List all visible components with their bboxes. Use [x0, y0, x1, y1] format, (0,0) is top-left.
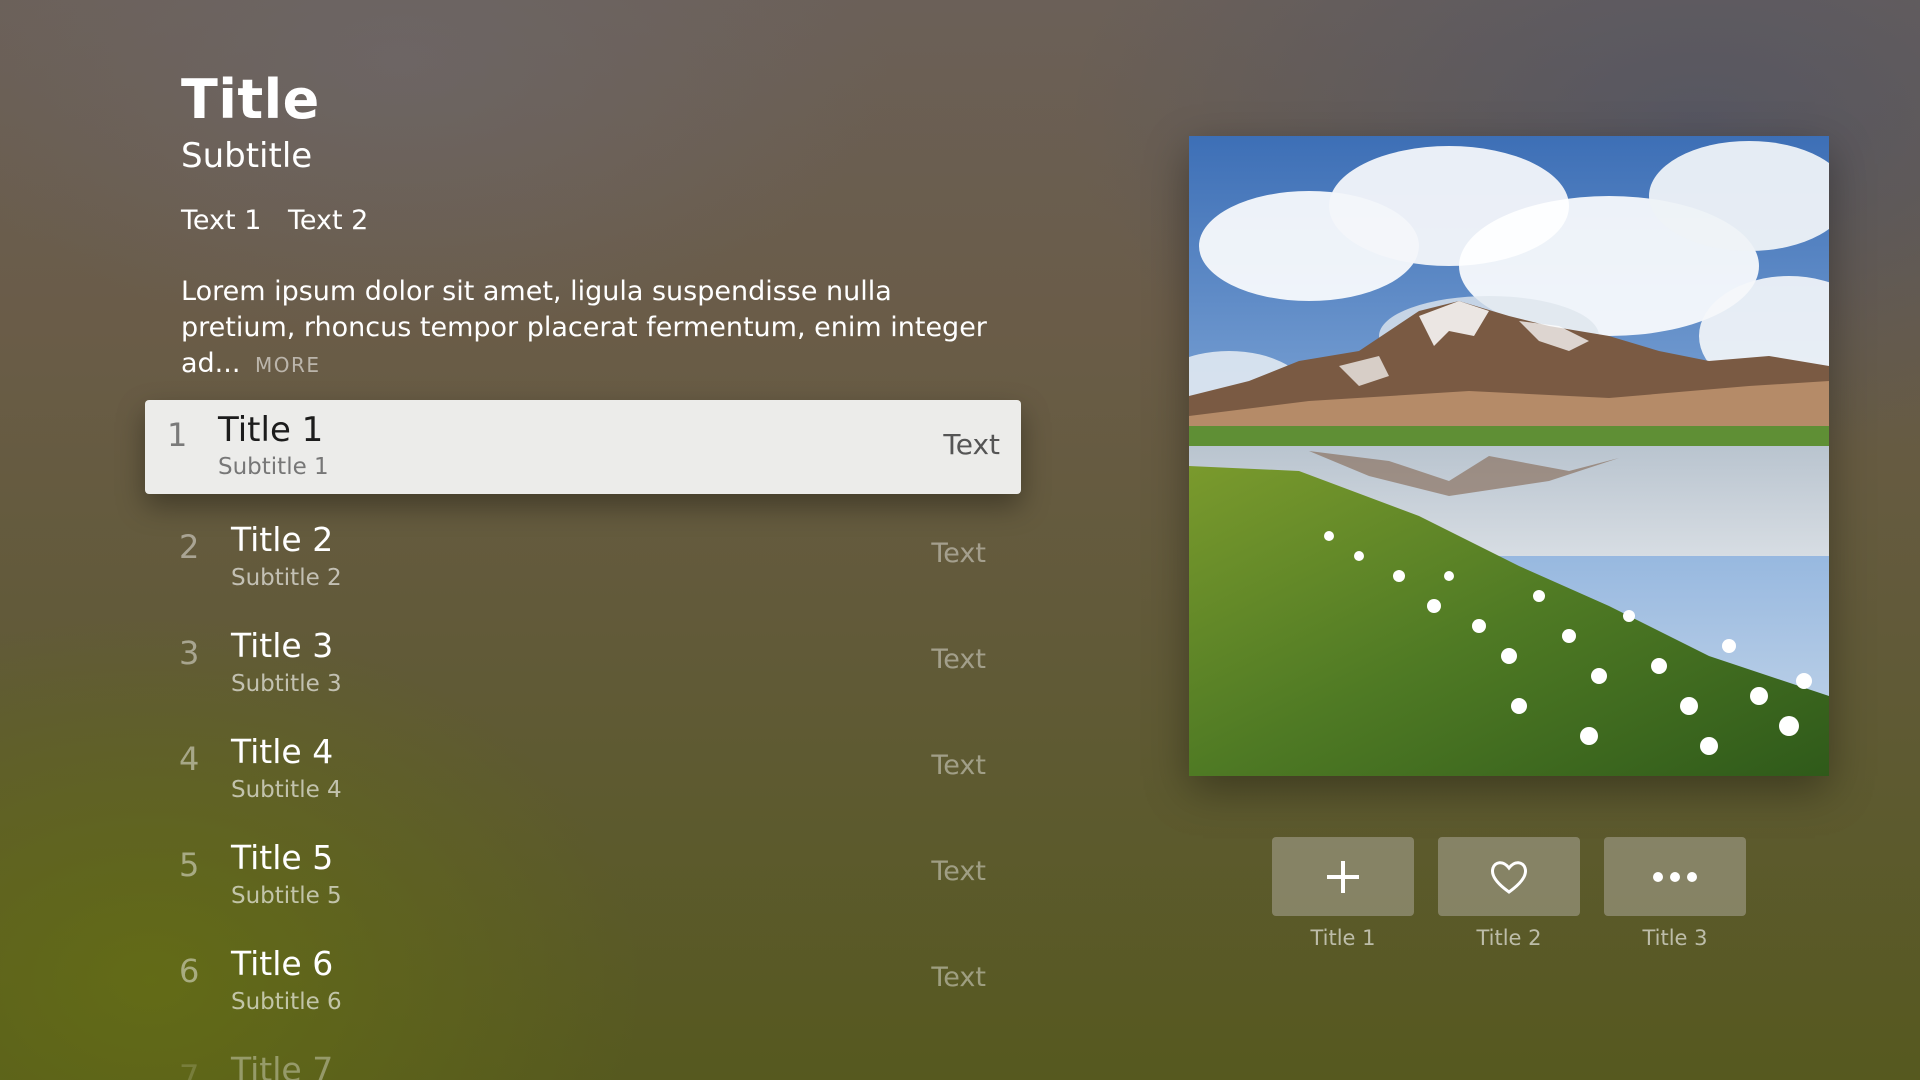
action-buttons: Title 1 Title 2 Title 3	[1272, 837, 1746, 950]
meta-text-1: Text 1	[181, 205, 262, 236]
item-text: Text	[931, 750, 986, 781]
artwork-image	[1189, 136, 1829, 776]
action-love[interactable]: Title 2	[1438, 837, 1580, 950]
item-subtitle: Subtitle 5	[231, 883, 342, 909]
item-title: Title 5	[231, 838, 334, 877]
meta-line: Text 1 Text 2	[181, 205, 386, 236]
meta-text-2: Text 2	[287, 205, 369, 236]
item-text: Text	[931, 962, 986, 993]
action-label: Title 2	[1476, 926, 1542, 950]
add-button[interactable]	[1272, 837, 1414, 916]
item-title: Title 4	[231, 732, 334, 771]
page-title: Title	[181, 68, 320, 131]
item-title: Title 6	[231, 944, 334, 983]
item-text: Text	[931, 856, 986, 887]
love-button[interactable]	[1438, 837, 1580, 916]
list-item[interactable]: 1 Title 1 Subtitle 1 Text	[145, 400, 1021, 494]
item-title: Title 3	[231, 626, 334, 665]
item-subtitle: Subtitle 4	[231, 777, 342, 803]
item-text: Text	[943, 428, 1000, 461]
item-number: 6	[179, 952, 200, 990]
page-subtitle: Subtitle	[181, 136, 313, 176]
list-item[interactable]: 4 Title 4 Subtitle 4 Text	[145, 718, 1021, 824]
list-item[interactable]: 2 Title 2 Subtitle 2 Text	[145, 506, 1021, 612]
action-add[interactable]: Title 1	[1272, 837, 1414, 950]
track-list: 1 Title 1 Subtitle 1 Text 2 Title 2 Subt…	[145, 400, 1021, 1080]
item-title: Title 7	[231, 1050, 334, 1080]
item-number: 5	[179, 846, 200, 884]
item-subtitle: Subtitle 6	[231, 989, 342, 1015]
item-subtitle: Subtitle 1	[218, 454, 329, 480]
action-label: Title 1	[1310, 926, 1376, 950]
action-label: Title 3	[1642, 926, 1708, 950]
item-number: 2	[179, 528, 200, 566]
item-number: 7	[179, 1058, 200, 1080]
more-options-button[interactable]	[1604, 837, 1746, 916]
item-number: 4	[179, 740, 200, 778]
item-number: 3	[179, 634, 200, 672]
item-title: Title 2	[231, 520, 334, 559]
item-text: Text	[931, 644, 986, 675]
heart-icon	[1491, 860, 1527, 894]
item-subtitle: Subtitle 2	[231, 565, 342, 591]
item-title: Title 1	[218, 410, 324, 450]
plus-icon	[1327, 860, 1359, 893]
item-text: Text	[931, 538, 986, 569]
item-subtitle: Subtitle 3	[231, 671, 342, 697]
list-item[interactable]: 5 Title 5 Subtitle 5 Text	[145, 824, 1021, 930]
list-item[interactable]: 7 Title 7	[145, 1036, 1021, 1080]
list-item[interactable]: 3 Title 3 Subtitle 3 Text	[145, 612, 1021, 718]
list-item[interactable]: 6 Title 6 Subtitle 6 Text	[145, 930, 1021, 1036]
more-button[interactable]: MORE	[255, 353, 321, 377]
item-number: 1	[167, 416, 188, 454]
landscape-photo-icon	[1189, 136, 1829, 776]
description[interactable]: Lorem ipsum dolor sit amet, ligula suspe…	[181, 274, 1011, 383]
product-page: Title Subtitle Text 1 Text 2 Lorem ipsum…	[0, 0, 1920, 1080]
action-more[interactable]: Title 3	[1604, 837, 1746, 950]
more-icon	[1653, 871, 1697, 882]
